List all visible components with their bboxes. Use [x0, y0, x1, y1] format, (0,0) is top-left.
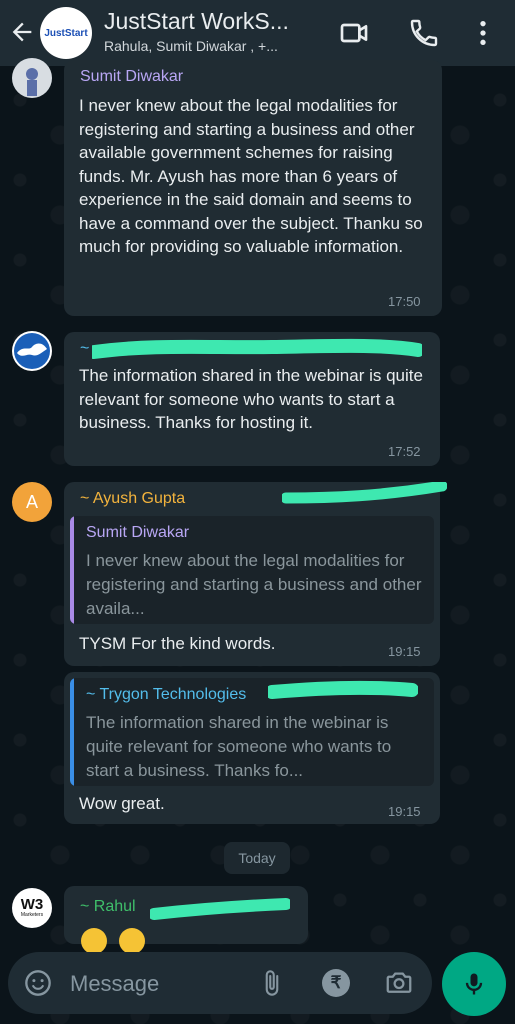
- phone-icon[interactable]: [408, 17, 440, 49]
- chat-title[interactable]: JustStart WorkS...: [104, 8, 319, 35]
- message-sender[interactable]: ~ Ayush Gupta: [80, 490, 185, 508]
- sender-avatar[interactable]: A: [12, 482, 52, 522]
- message-text: The information shared in the webinar is…: [79, 366, 423, 432]
- message-time: 19:15: [388, 644, 421, 659]
- microphone-icon: [465, 973, 483, 995]
- smiling-face-emoji: [119, 928, 145, 954]
- redaction-scribble: [282, 482, 447, 504]
- quote-text: I never knew about the legal modalities …: [86, 551, 422, 618]
- chat-header: JustStart JustStart WorkS... Rahula, Sum…: [0, 0, 515, 66]
- message-text: I never knew about the legal modalities …: [79, 96, 423, 256]
- message-time: 17:50: [388, 294, 421, 309]
- message-sender[interactable]: ~: [80, 340, 89, 358]
- emoji-icon[interactable]: [24, 969, 52, 997]
- message-time: 17:52: [388, 444, 421, 459]
- message-bubble[interactable]: ~ Ayush Gupta Sumit Diwakar I never knew…: [64, 482, 447, 666]
- chat-subtitle[interactable]: Rahula, Sumit Diwakar , +...: [104, 38, 319, 54]
- quote-sender: ~ Trygon Technologies: [86, 686, 247, 703]
- message-bubble[interactable]: ~ Rahul: [64, 886, 308, 954]
- quote-bar: [70, 678, 74, 786]
- company-logo-icon: [14, 333, 50, 369]
- person-photo-icon: [12, 58, 52, 98]
- arrow-left-icon[interactable]: [8, 18, 36, 46]
- smiling-face-emoji: [81, 928, 107, 954]
- camera-icon[interactable]: [384, 968, 414, 998]
- redaction-scribble: [92, 338, 422, 359]
- avatar-text: W3: [20, 896, 44, 913]
- group-avatar[interactable]: JustStart: [40, 7, 92, 59]
- mic-button[interactable]: [442, 952, 506, 1016]
- sender-avatar[interactable]: [12, 331, 52, 371]
- sender-avatar[interactable]: [12, 58, 52, 98]
- paperclip-icon[interactable]: [258, 968, 286, 998]
- more-vertical-icon[interactable]: [467, 17, 499, 49]
- message-bubble[interactable]: ~ The information shared in the webinar …: [64, 332, 440, 466]
- date-separator: Today: [224, 842, 290, 874]
- message-sender[interactable]: Sumit Diwakar: [80, 68, 183, 86]
- rupee-icon[interactable]: ₹: [322, 969, 350, 997]
- message-time: 19:15: [388, 804, 421, 819]
- message-input-bar: Message ₹: [8, 952, 432, 1014]
- redaction-scribble: [268, 680, 418, 699]
- avatar-letter: A: [25, 491, 38, 512]
- quote-text: The information shared in the webinar is…: [86, 713, 392, 780]
- message-text: TYSM For the kind words.: [79, 634, 276, 653]
- message-sender[interactable]: ~ Rahul: [80, 898, 136, 916]
- avatar-subtext: Marketers: [20, 912, 44, 918]
- message-input[interactable]: Message: [70, 971, 159, 997]
- quote-sender: Sumit Diwakar: [86, 524, 190, 541]
- quoted-message[interactable]: Sumit Diwakar I never knew about the leg…: [70, 516, 434, 624]
- sender-avatar[interactable]: W3 Marketers: [12, 888, 52, 928]
- redaction-scribble: [150, 898, 290, 920]
- message-text: Wow great.: [79, 794, 165, 813]
- group-avatar-text: JustStart: [44, 27, 88, 39]
- message-bubble[interactable]: ~ Trygon Technologies The information sh…: [64, 672, 440, 824]
- message-bubble[interactable]: Sumit Diwakar I never knew about the leg…: [64, 60, 442, 316]
- quote-bar: [70, 516, 74, 624]
- video-call-icon[interactable]: [338, 17, 370, 49]
